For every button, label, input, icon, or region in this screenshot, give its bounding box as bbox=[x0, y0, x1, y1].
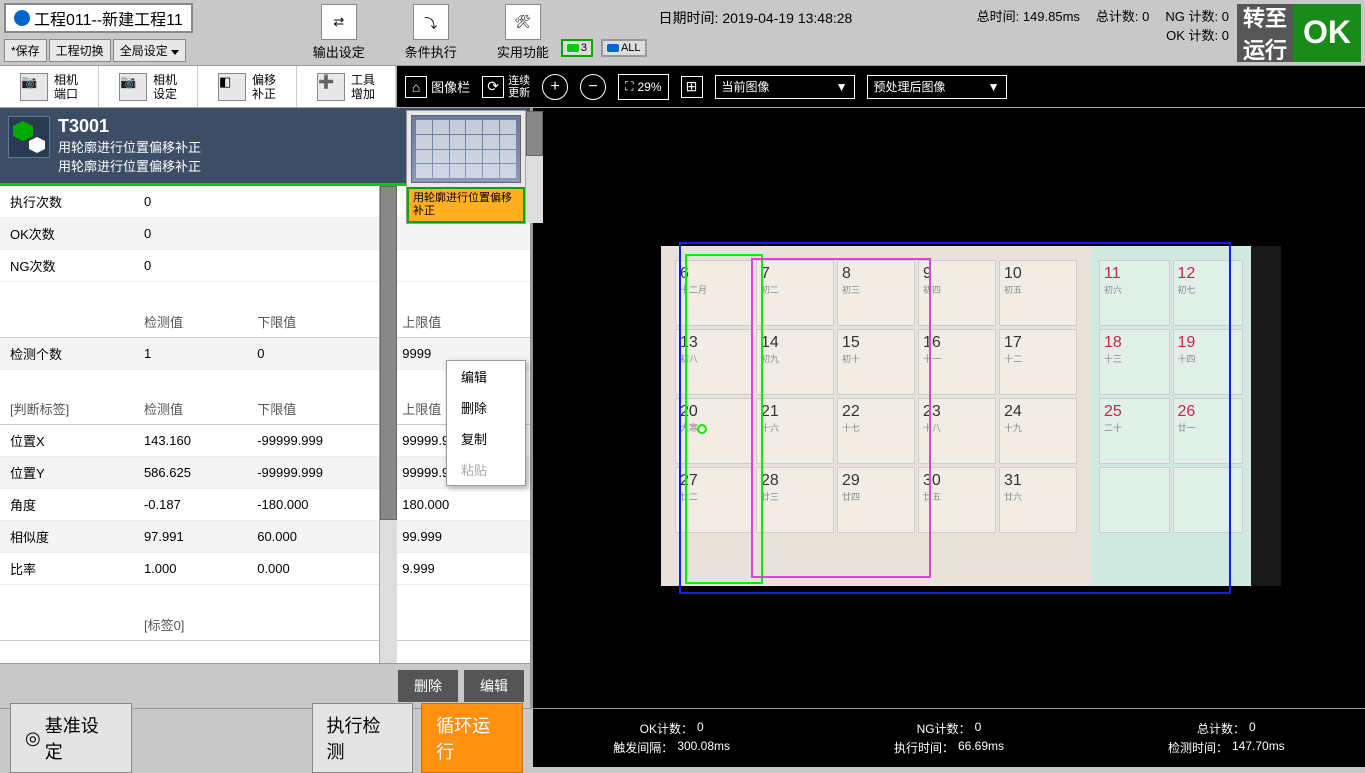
scroll-thumb[interactable] bbox=[380, 186, 397, 520]
output-icon: ⇄ bbox=[321, 4, 357, 40]
switch-run-button[interactable]: 转至 运行 bbox=[1237, 4, 1293, 62]
ctx-copy[interactable]: 复制 bbox=[447, 423, 525, 454]
status-badge-all[interactable]: ALL bbox=[601, 39, 647, 57]
toolbar-2: 📷 相机端口 📷 相机设定 ◧ 偏移补正 ➕ 工具增加 ⌂ 图像栏 ⟳ 连续更新… bbox=[0, 66, 1365, 108]
utility-icon: 🛠 bbox=[505, 4, 541, 40]
panel-footer: 删除 编辑 bbox=[0, 663, 530, 708]
exec-detect-button[interactable]: 执行检测 bbox=[312, 703, 414, 773]
ctx-paste: 粘贴 bbox=[447, 454, 525, 485]
chevron-down-icon: ▼ bbox=[836, 80, 848, 94]
fit-icon: ⛶ bbox=[625, 79, 633, 94]
switch-project-button[interactable]: 工程切换 bbox=[49, 39, 111, 62]
tool-add-icon: ➕ bbox=[317, 73, 345, 101]
top-bar: 工程011--新建工程11 *保存 工程切换 全局设定 ⇄ 输出设定 ⤵ 条件执… bbox=[0, 0, 1365, 66]
anchor-point-icon bbox=[697, 424, 707, 434]
base-settings-button[interactable]: ◎ 基准设定 bbox=[10, 703, 132, 773]
camera-port-button[interactable]: 📷 相机端口 bbox=[0, 66, 99, 107]
target-icon: ◎ bbox=[25, 728, 41, 749]
preprocess-select[interactable]: 预处理后图像▼ bbox=[867, 75, 1007, 99]
bottom-stats: OK计数：0 触发间隔：300.08ms NG计数：0 执行时间：66.69ms… bbox=[533, 709, 1365, 767]
table-row: NG次数0 bbox=[0, 250, 530, 282]
continuous-update-button[interactable]: ⟳ 连续更新 bbox=[482, 75, 530, 99]
captured-image: 6十二月7初二8初三9初四10初五13初八14初九15初十16十一17十二20大… bbox=[661, 246, 1281, 586]
ok-status-button[interactable]: OK bbox=[1293, 4, 1361, 62]
scrollbar-vertical[interactable] bbox=[379, 186, 397, 663]
table-row: 相似度97.99160.00099.999 bbox=[0, 521, 530, 553]
status-badge-1[interactable]: 3 bbox=[561, 39, 593, 57]
output-settings-button[interactable]: ⇄ 输出设定 bbox=[313, 4, 365, 61]
global-settings-button[interactable]: 全局设定 bbox=[113, 39, 186, 62]
chevron-down-icon: ▼ bbox=[988, 80, 1000, 94]
thumb-scrollbar[interactable] bbox=[525, 111, 543, 223]
utility-button[interactable]: 🛠 实用功能 bbox=[497, 4, 549, 61]
offset-icon: ◧ bbox=[218, 73, 246, 101]
grid-tool-button[interactable]: ⊞ bbox=[681, 76, 703, 98]
context-menu: 编辑 删除 复制 粘贴 bbox=[446, 360, 526, 486]
camera-settings-button[interactable]: 📷 相机设定 bbox=[99, 66, 198, 107]
thumbnail-image[interactable] bbox=[411, 115, 521, 183]
bottom-bar: ◎ 基准设定 执行检测 循环运行 OK计数：0 触发间隔：300.08ms NG… bbox=[0, 708, 1365, 767]
led-blue-icon bbox=[607, 44, 619, 52]
edit-button[interactable]: 编辑 bbox=[464, 670, 524, 702]
tool-hex-icon bbox=[8, 116, 50, 158]
condition-exec-button[interactable]: ⤵ 条件执行 bbox=[405, 4, 457, 61]
camera-settings-icon: 📷 bbox=[119, 73, 147, 101]
thumbnail-panel: 用轮廓进行位置偏移补正 bbox=[406, 110, 526, 224]
table-row: 角度-0.187-180.000180.000 bbox=[0, 489, 530, 521]
delete-button[interactable]: 删除 bbox=[398, 670, 458, 702]
refresh-icon: ⟳ bbox=[482, 76, 504, 98]
loop-run-button[interactable]: 循环运行 bbox=[421, 703, 523, 773]
top-stats: 总时间: 149.85ms 总计数: 0 NG 计数: 0 OK 计数: 0 bbox=[977, 2, 1237, 44]
zoom-in-button[interactable]: + bbox=[542, 74, 568, 100]
tool-add-button[interactable]: ➕ 工具增加 bbox=[297, 66, 396, 107]
zoom-fit-button[interactable]: ⛶ 29% bbox=[618, 74, 668, 100]
offset-correction-button[interactable]: ◧ 偏移补正 bbox=[198, 66, 297, 107]
main-area: T3001 用轮廓进行位置偏移补正 用轮廓进行位置偏移补正 58.97ms 执行… bbox=[0, 108, 1365, 708]
camera-port-icon: 📷 bbox=[20, 73, 48, 101]
zoom-out-button[interactable]: − bbox=[580, 74, 606, 100]
chevron-down-icon bbox=[171, 50, 179, 55]
save-button[interactable]: *保存 bbox=[4, 39, 47, 62]
datetime-display: 日期时间: 2019-04-19 13:48:28 bbox=[659, 2, 853, 28]
image-view[interactable]: 6十二月7初二8初三9初四10初五13初八14初九15初十16十一17十二20大… bbox=[533, 108, 1365, 708]
image-source-select[interactable]: 当前图像▼ bbox=[715, 75, 855, 99]
table-header: 检测值下限值上限值 bbox=[0, 306, 530, 338]
image-bar-icon: ⌂ bbox=[405, 76, 427, 98]
led-green-icon bbox=[567, 44, 579, 52]
project-title: 工程011--新建工程11 bbox=[34, 6, 183, 30]
image-bar-button[interactable]: ⌂ 图像栏 bbox=[405, 76, 470, 98]
condition-icon: ⤵ bbox=[413, 4, 449, 40]
project-title-box[interactable]: 工程011--新建工程11 bbox=[4, 3, 193, 33]
gear-icon bbox=[14, 10, 30, 26]
ctx-delete[interactable]: 删除 bbox=[447, 392, 525, 423]
thumbnail-caption: 用轮廓进行位置偏移补正 bbox=[407, 187, 525, 223]
ctx-edit[interactable]: 编辑 bbox=[447, 361, 525, 392]
tool-id: T3001 bbox=[58, 116, 464, 137]
table-row: 比率1.0000.0009.999 bbox=[0, 553, 530, 585]
